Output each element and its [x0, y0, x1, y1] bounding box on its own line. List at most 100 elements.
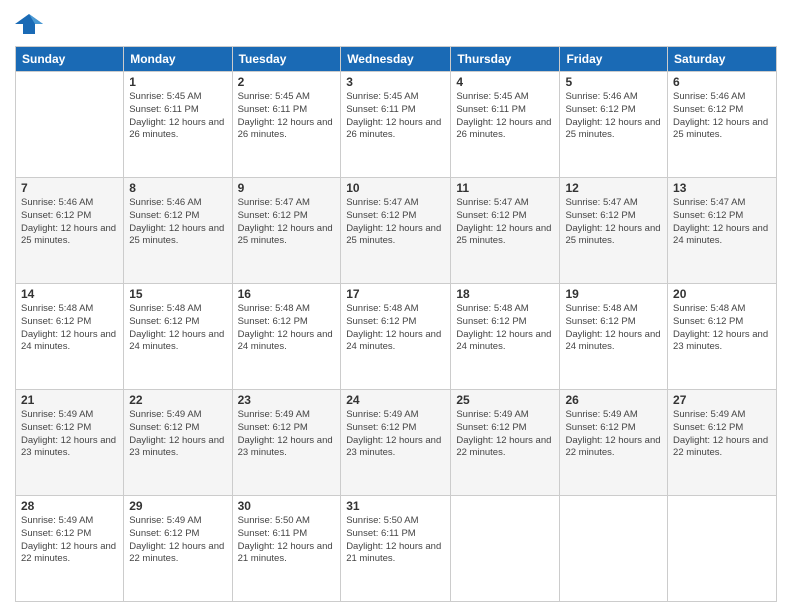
day-cell: 28 Sunrise: 5:49 AMSunset: 6:12 PMDayligh… — [16, 496, 124, 602]
day-number: 10 — [346, 181, 445, 195]
day-info: Sunrise: 5:49 AMSunset: 6:12 PMDaylight:… — [238, 409, 336, 460]
day-number: 9 — [238, 181, 336, 195]
day-cell: 13 Sunrise: 5:47 AMSunset: 6:12 PMDayligh… — [668, 178, 777, 284]
day-number: 7 — [21, 181, 118, 195]
header — [15, 10, 777, 38]
day-cell: 5 Sunrise: 5:46 AMSunset: 6:12 PMDaylight… — [560, 72, 668, 178]
day-cell — [16, 72, 124, 178]
day-cell: 1 Sunrise: 5:45 AMSunset: 6:11 PMDaylight… — [124, 72, 232, 178]
col-header-saturday: Saturday — [668, 47, 777, 72]
day-info: Sunrise: 5:49 AMSunset: 6:12 PMDaylight:… — [21, 409, 118, 460]
day-info: Sunrise: 5:47 AMSunset: 6:12 PMDaylight:… — [456, 197, 554, 248]
day-info: Sunrise: 5:47 AMSunset: 6:12 PMDaylight:… — [346, 197, 445, 248]
day-info: Sunrise: 5:45 AMSunset: 6:11 PMDaylight:… — [238, 91, 336, 142]
day-number: 17 — [346, 287, 445, 301]
day-cell: 19Sunrise: 5:48 AMSunset: 6:12 PMDayligh… — [560, 284, 668, 390]
day-info: Sunrise: 5:48 AMSunset: 6:12 PMDaylight:… — [456, 303, 554, 354]
calendar-table: SundayMondayTuesdayWednesdayThursdayFrid… — [15, 46, 777, 602]
day-number: 23 — [238, 393, 336, 407]
day-cell: 7 Sunrise: 5:46 AMSunset: 6:12 PMDaylight… — [16, 178, 124, 284]
day-cell: 6 Sunrise: 5:46 AMSunset: 6:12 PMDaylight… — [668, 72, 777, 178]
day-number: 19 — [565, 287, 662, 301]
day-number: 12 — [565, 181, 662, 195]
day-info: Sunrise: 5:47 AMSunset: 6:12 PMDaylight:… — [673, 197, 771, 248]
day-cell — [451, 496, 560, 602]
day-info: Sunrise: 5:48 AMSunset: 6:12 PMDaylight:… — [673, 303, 771, 354]
day-cell: 10 Sunrise: 5:47 AMSunset: 6:12 PMDayligh… — [341, 178, 451, 284]
day-number: 21 — [21, 393, 118, 407]
day-cell: 18 Sunrise: 5:48 AMSunset: 6:12 PMDayligh… — [451, 284, 560, 390]
col-header-wednesday: Wednesday — [341, 47, 451, 72]
day-info: Sunrise: 5:46 AMSunset: 6:12 PMDaylight:… — [565, 91, 662, 142]
day-info: Sunrise: 5:49 AMSunset: 6:12 PMDaylight:… — [21, 515, 118, 566]
day-info: Sunrise: 5:46 AMSunset: 6:12 PMDaylight:… — [673, 91, 771, 142]
day-info: Sunrise: 5:50 AMSunset: 6:11 PMDaylight:… — [238, 515, 336, 566]
day-cell: 3Sunrise: 5:45 AMSunset: 6:11 PMDaylight… — [341, 72, 451, 178]
week-row-2: 7 Sunrise: 5:46 AMSunset: 6:12 PMDaylight… — [16, 178, 777, 284]
day-cell: 25 Sunrise: 5:49 AMSunset: 6:12 PMDayligh… — [451, 390, 560, 496]
day-cell — [560, 496, 668, 602]
day-cell: 4Sunrise: 5:45 AMSunset: 6:11 PMDaylight… — [451, 72, 560, 178]
day-number: 26 — [565, 393, 662, 407]
day-cell: 22 Sunrise: 5:49 AMSunset: 6:12 PMDayligh… — [124, 390, 232, 496]
day-cell — [668, 496, 777, 602]
day-info: Sunrise: 5:49 AMSunset: 6:12 PMDaylight:… — [129, 409, 226, 460]
day-info: Sunrise: 5:49 AMSunset: 6:12 PMDaylight:… — [673, 409, 771, 460]
day-info: Sunrise: 5:49 AMSunset: 6:12 PMDaylight:… — [346, 409, 445, 460]
day-number: 11 — [456, 181, 554, 195]
day-number: 2 — [238, 75, 336, 89]
day-cell: 8Sunrise: 5:46 AMSunset: 6:12 PMDaylight… — [124, 178, 232, 284]
day-cell: 21 Sunrise: 5:49 AMSunset: 6:12 PMDayligh… — [16, 390, 124, 496]
day-number: 4 — [456, 75, 554, 89]
day-number: 28 — [21, 499, 118, 513]
day-info: Sunrise: 5:49 AMSunset: 6:12 PMDaylight:… — [565, 409, 662, 460]
header-row: SundayMondayTuesdayWednesdayThursdayFrid… — [16, 47, 777, 72]
day-number: 24 — [346, 393, 445, 407]
day-cell: 2 Sunrise: 5:45 AMSunset: 6:11 PMDaylight… — [232, 72, 341, 178]
day-cell: 26 Sunrise: 5:49 AMSunset: 6:12 PMDayligh… — [560, 390, 668, 496]
day-number: 16 — [238, 287, 336, 301]
day-cell: 11 Sunrise: 5:47 AMSunset: 6:12 PMDayligh… — [451, 178, 560, 284]
day-info: Sunrise: 5:46 AMSunset: 6:12 PMDaylight:… — [129, 197, 226, 248]
day-number: 13 — [673, 181, 771, 195]
day-number: 18 — [456, 287, 554, 301]
day-number: 1 — [129, 75, 226, 89]
day-cell: 15Sunrise: 5:48 AMSunset: 6:12 PMDayligh… — [124, 284, 232, 390]
day-number: 30 — [238, 499, 336, 513]
day-cell: 17 Sunrise: 5:48 AMSunset: 6:12 PMDayligh… — [341, 284, 451, 390]
day-info: Sunrise: 5:48 AMSunset: 6:12 PMDaylight:… — [238, 303, 336, 354]
day-info: Sunrise: 5:48 AMSunset: 6:12 PMDaylight:… — [21, 303, 118, 354]
day-number: 5 — [565, 75, 662, 89]
day-number: 29 — [129, 499, 226, 513]
day-info: Sunrise: 5:47 AMSunset: 6:12 PMDaylight:… — [565, 197, 662, 248]
day-info: Sunrise: 5:50 AMSunset: 6:11 PMDaylight:… — [346, 515, 445, 566]
day-cell: 27 Sunrise: 5:49 AMSunset: 6:12 PMDayligh… — [668, 390, 777, 496]
day-number: 31 — [346, 499, 445, 513]
day-cell: 14Sunrise: 5:48 AMSunset: 6:12 PMDayligh… — [16, 284, 124, 390]
day-info: Sunrise: 5:46 AMSunset: 6:12 PMDaylight:… — [21, 197, 118, 248]
day-number: 22 — [129, 393, 226, 407]
day-cell: 20 Sunrise: 5:48 AMSunset: 6:12 PMDayligh… — [668, 284, 777, 390]
day-info: Sunrise: 5:47 AMSunset: 6:12 PMDaylight:… — [238, 197, 336, 248]
day-number: 3 — [346, 75, 445, 89]
day-cell: 23 Sunrise: 5:49 AMSunset: 6:12 PMDayligh… — [232, 390, 341, 496]
week-row-1: 1 Sunrise: 5:45 AMSunset: 6:11 PMDaylight… — [16, 72, 777, 178]
logo-bird-icon — [15, 10, 43, 38]
day-info: Sunrise: 5:45 AMSunset: 6:11 PMDaylight:… — [129, 91, 226, 142]
day-cell: 24 Sunrise: 5:49 AMSunset: 6:12 PMDayligh… — [341, 390, 451, 496]
day-cell: 9 Sunrise: 5:47 AMSunset: 6:12 PMDaylight… — [232, 178, 341, 284]
day-number: 27 — [673, 393, 771, 407]
day-info: Sunrise: 5:49 AMSunset: 6:12 PMDaylight:… — [456, 409, 554, 460]
day-info: Sunrise: 5:48 AMSunset: 6:12 PMDaylight:… — [129, 303, 226, 354]
day-number: 6 — [673, 75, 771, 89]
col-header-thursday: Thursday — [451, 47, 560, 72]
day-info: Sunrise: 5:48 AMSunset: 6:12 PMDaylight:… — [346, 303, 445, 354]
col-header-sunday: Sunday — [16, 47, 124, 72]
day-info: Sunrise: 5:49 AMSunset: 6:12 PMDaylight:… — [129, 515, 226, 566]
week-row-3: 14Sunrise: 5:48 AMSunset: 6:12 PMDayligh… — [16, 284, 777, 390]
col-header-tuesday: Tuesday — [232, 47, 341, 72]
day-number: 20 — [673, 287, 771, 301]
page: SundayMondayTuesdayWednesdayThursdayFrid… — [0, 0, 792, 612]
day-cell: 12 Sunrise: 5:47 AMSunset: 6:12 PMDayligh… — [560, 178, 668, 284]
day-number: 25 — [456, 393, 554, 407]
